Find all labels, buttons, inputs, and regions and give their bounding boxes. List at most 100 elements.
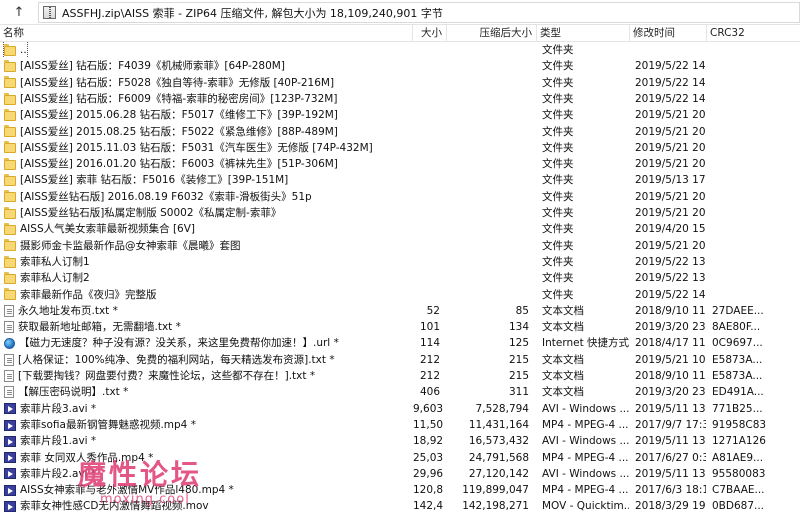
folder-icon bbox=[4, 174, 16, 187]
file-name-cell: 索菲女神性感CD无内激情舞蹈视频.mov bbox=[0, 498, 413, 514]
header-size[interactable]: 大小 bbox=[413, 25, 447, 42]
file-name[interactable]: 索菲私人订制1 bbox=[4, 254, 90, 270]
file-type-cell: 文本文档 bbox=[542, 304, 584, 317]
file-row[interactable]: AISS女神索菲与老外激情MV作品l480.mp4 * 120,833,9... 1… bbox=[0, 482, 800, 498]
file-name[interactable]: .. bbox=[3, 42, 28, 59]
packed-size-cell bbox=[447, 254, 533, 270]
file-row[interactable]: 索菲sofia最新钢管舞魅惑视频.mp4 * 11,502,113 11,431,1… bbox=[0, 417, 800, 433]
file-row[interactable]: [AISS爱丝] 钻石版：F5028《独自等待-索菲》无修版 [40P-216M… bbox=[0, 75, 800, 91]
file-row[interactable]: 永久地址发布页.txt * 52 85 文本文档 2018/9/10 11... 27DA… bbox=[0, 303, 800, 319]
file-name[interactable]: [AISS爱丝] 钻石版：F6009《特福-索菲的秘密房间》[123P-732M… bbox=[4, 91, 337, 107]
file-name[interactable]: [人格保证：100%纯净、免费的福利网站，每天精选发布资源].txt * bbox=[4, 352, 335, 368]
crc-cell: 0BD687... bbox=[712, 500, 765, 513]
header-type[interactable]: 类型 bbox=[537, 25, 630, 42]
file-name[interactable]: [AISS爱丝钻石版]私属定制版 S0002《私属定制-索菲》 bbox=[4, 205, 281, 221]
packed-size-cell: 11,431,164 bbox=[468, 418, 529, 431]
file-row[interactable]: 索菲片段3.avi * 9,603,926 7,528,794 AVI - Windo… bbox=[0, 401, 800, 417]
file-name[interactable]: 索菲最新作品《夜归》完整版 bbox=[4, 287, 157, 303]
file-name[interactable]: 索菲片段2.avi * bbox=[4, 466, 96, 482]
modified-cell: 2019/4/20 15... bbox=[635, 223, 706, 236]
file-name[interactable]: 索菲私人订制2 bbox=[4, 270, 90, 286]
file-row[interactable]: [AISS爱丝] 索菲 钻石版：F5016《装修工》[39P-151M] 文件夹 2… bbox=[0, 172, 800, 188]
file-size-cell: 11,502,113 bbox=[413, 418, 443, 431]
file-row[interactable]: [AISS爱丝] 钻石版：F4039《机械师索菲》[64P-280M] 文件夹 20… bbox=[0, 58, 800, 74]
file-name-text: [AISS爱丝] 索菲 钻石版：F5016《装修工》[39P-151M] bbox=[20, 174, 289, 187]
file-type-cell: AVI - Windows ... bbox=[542, 402, 629, 415]
file-name[interactable]: [AISS爱丝] 钻石版：F4039《机械师索菲》[64P-280M] bbox=[4, 58, 285, 74]
file-row[interactable]: [AISS爱丝钻石版] 2016.08.19 F6032《索菲-滑板街头》51p… bbox=[0, 189, 800, 205]
file-name-text: 索菲女神性感CD无内激情舞蹈视频.mov bbox=[20, 500, 209, 513]
header-packed[interactable]: 压缩后大小 bbox=[447, 25, 537, 42]
file-name-cell: AISS人气美女索菲最新视频集合 [6V] bbox=[0, 221, 413, 237]
file-size-cell: 101 bbox=[419, 321, 440, 334]
file-row[interactable]: 索菲 女同双人秀作品.mp4 * 25,032,771 24,791,568 MP4 … bbox=[0, 450, 800, 466]
file-row[interactable]: 索菲最新作品《夜归》完整版 文件夹 2019/5/22 14... bbox=[0, 287, 800, 303]
file-row[interactable]: 索菲私人订制2 文件夹 2019/5/22 13... bbox=[0, 270, 800, 286]
path-field[interactable]: ASSFHJ.zip\AISS 索菲 - ZIP64 压缩文件, 解包大小为 1… bbox=[38, 2, 800, 23]
file-row[interactable]: 【解压密码说明】.txt * 406 311 文本文档 2019/3/20 23... E… bbox=[0, 384, 800, 400]
file-name[interactable]: 【磁力无速度？种子没有源？没关系，来这里免费帮你加速！】.url * bbox=[4, 335, 339, 351]
file-row[interactable]: 摄影师金卡监最新作品@女神索菲《晨曦》套图 文件夹 2019/5/21 20... bbox=[0, 238, 800, 254]
crc-cell bbox=[711, 189, 771, 205]
file-row[interactable]: [AISS爱丝] 2016.01.20 钻石版：F6003《裤袜先生》[51P-… bbox=[0, 156, 800, 172]
packed-size-cell: 16,573,432 bbox=[468, 435, 529, 448]
file-name[interactable]: [AISS爱丝] 索菲 钻石版：F5016《装修工》[39P-151M] bbox=[4, 172, 288, 188]
packed-size-cell bbox=[447, 205, 533, 221]
file-type-cell: 文本文档 bbox=[542, 353, 584, 366]
file-name[interactable]: [AISS爱丝] 钻石版：F5028《独自等待-索菲》无修版 [40P-216M… bbox=[4, 75, 334, 91]
modified-cell: 2019/5/21 20... bbox=[635, 109, 706, 122]
file-row[interactable]: 索菲女神性感CD无内激情舞蹈视频.mov 142,456,0... 142,198,… bbox=[0, 498, 800, 514]
packed-size-cell bbox=[447, 91, 533, 107]
file-name-cell: [AISS爱丝] 钻石版：F6009《特福-索菲的秘密房间》[123P-732M… bbox=[0, 91, 413, 107]
file-row[interactable]: [AISS爱丝钻石版]私属定制版 S0002《私属定制-索菲》 文件夹 2019/5… bbox=[0, 205, 800, 221]
header-crc[interactable]: CRC32 bbox=[707, 25, 800, 42]
file-row[interactable]: [下载要掏钱？网盘要付费？来魔性论坛，这些都不存在！].txt * 212 215 文… bbox=[0, 368, 800, 384]
file-row[interactable]: [AISS爱丝] 2015.08.25 钻石版：F5022《紧急维修》[88P-… bbox=[0, 124, 800, 140]
file-name-text: 永久地址发布页.txt * bbox=[18, 304, 118, 317]
file-name[interactable]: 索菲 女同双人秀作品.mp4 * bbox=[4, 450, 153, 466]
file-row[interactable]: [AISS爱丝] 2015.11.03 钻石版：F5031《汽车医生》无修版 [… bbox=[0, 140, 800, 156]
file-name[interactable]: 索菲女神性感CD无内激情舞蹈视频.mov bbox=[4, 498, 209, 514]
file-name[interactable]: 永久地址发布页.txt * bbox=[4, 303, 118, 319]
file-name[interactable]: 摄影师金卡监最新作品@女神索菲《晨曦》套图 bbox=[4, 238, 241, 254]
file-name[interactable]: AISS女神索菲与老外激情MV作品l480.mp4 * bbox=[4, 482, 234, 498]
file-row[interactable]: 索菲片段2.avi * 29,967,506 27,120,142 AVI - Win… bbox=[0, 466, 800, 482]
header-name[interactable]: 名称 bbox=[0, 25, 413, 42]
file-name[interactable]: [AISS爱丝] 2015.11.03 钻石版：F5031《汽车医生》无修版 [… bbox=[4, 140, 373, 156]
header-modified[interactable]: 修改时间 bbox=[630, 25, 707, 42]
file-row[interactable]: [AISS爱丝] 2015.06.28 钻石版：F5017《维修工下》[39P-… bbox=[0, 107, 800, 123]
file-name[interactable]: 获取最新地址邮箱，无需翻墙.txt * bbox=[4, 319, 181, 335]
file-size-cell: 29,967,506 bbox=[413, 467, 443, 480]
file-row[interactable]: .. 文件夹 bbox=[0, 42, 800, 59]
file-name[interactable]: AISS人气美女索菲最新视频集合 [6V] bbox=[4, 221, 195, 237]
file-size-cell: 142,456,0... bbox=[413, 500, 443, 513]
file-name[interactable]: [AISS爱丝] 2015.08.25 钻石版：F5022《紧急维修》[88P-… bbox=[4, 124, 338, 140]
file-row[interactable]: [AISS爱丝] 钻石版：F6009《特福-索菲的秘密房间》[123P-732M… bbox=[0, 91, 800, 107]
file-name[interactable]: 索菲片段1.avi * bbox=[4, 433, 96, 449]
packed-size-cell bbox=[447, 287, 533, 303]
crc-cell bbox=[711, 221, 771, 237]
text-file-icon bbox=[4, 353, 14, 366]
zip-archive-icon bbox=[43, 6, 56, 19]
file-row[interactable]: 索菲片段1.avi * 18,928,332 16,573,432 AVI - Win… bbox=[0, 433, 800, 449]
file-row[interactable]: AISS人气美女索菲最新视频集合 [6V] 文件夹 2019/4/20 15... bbox=[0, 221, 800, 237]
file-row[interactable]: [人格保证：100%纯净、免费的福利网站，每天精选发布资源].txt * 212 2… bbox=[0, 352, 800, 368]
file-size-cell bbox=[413, 42, 443, 58]
file-name[interactable]: [AISS爱丝] 2016.01.20 钻石版：F6003《裤袜先生》[51P-… bbox=[4, 156, 338, 172]
file-type-cell: 文本文档 bbox=[542, 321, 584, 334]
packed-size-cell: 215 bbox=[508, 353, 529, 366]
file-name[interactable]: 索菲片段3.avi * bbox=[4, 401, 96, 417]
file-row[interactable]: 【磁力无速度？种子没有源？没关系，来这里免费帮你加速！】.url * 114 125… bbox=[0, 335, 800, 351]
file-name[interactable]: [AISS爱丝] 2015.06.28 钻石版：F5017《维修工下》[39P-… bbox=[4, 107, 338, 123]
up-arrow-icon[interactable]: ↑ bbox=[8, 1, 30, 23]
file-name[interactable]: 索菲sofia最新钢管舞魅惑视频.mp4 * bbox=[4, 417, 196, 433]
file-row[interactable]: 索菲私人订制1 文件夹 2019/5/22 13... bbox=[0, 254, 800, 270]
file-row[interactable]: 获取最新地址邮箱，无需翻墙.txt * 101 134 文本文档 2019/3/20 2… bbox=[0, 319, 800, 335]
file-type-cell: 文件夹 bbox=[542, 125, 574, 138]
file-name[interactable]: 【解压密码说明】.txt * bbox=[4, 384, 128, 400]
video-file-icon bbox=[4, 484, 16, 496]
modified-cell: 2019/5/21 20... bbox=[635, 190, 706, 203]
file-name-cell: 索菲私人订制2 bbox=[0, 270, 413, 286]
file-name[interactable]: [下载要掏钱？网盘要付费？来魔性论坛，这些都不存在！].txt * bbox=[4, 368, 315, 384]
file-name[interactable]: [AISS爱丝钻石版] 2016.08.19 F6032《索菲-滑板街头》51p bbox=[4, 189, 312, 205]
